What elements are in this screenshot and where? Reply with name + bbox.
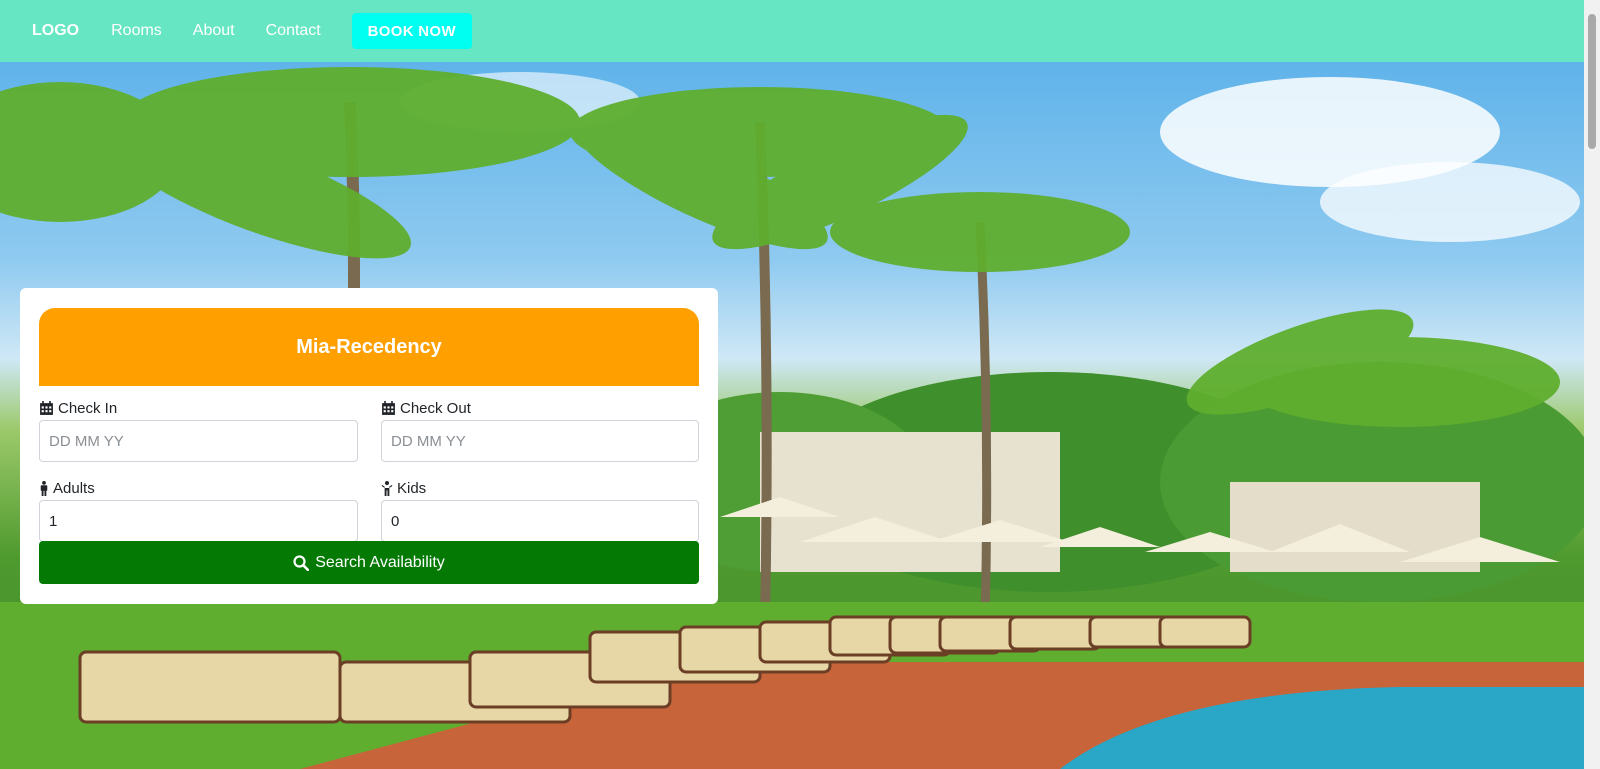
hotel-name-header: Mia-Recedency [39,308,699,386]
search-availability-label: Search Availability [315,553,445,571]
book-now-button[interactable]: BOOK NOW [351,13,472,49]
kids-label-text: Kids [397,479,427,497]
check-in-input[interactable] [39,420,358,462]
calendar-icon [40,400,53,415]
logo[interactable]: LOGO [32,22,79,40]
calendar-icon [382,400,395,415]
nav-link-about[interactable]: About [193,22,235,40]
child-icon [381,480,393,496]
scrollbar-thumb[interactable] [1588,14,1596,149]
male-person-icon [40,480,48,496]
check-out-input[interactable] [381,420,699,462]
check-in-label: Check In [39,398,117,418]
check-out-label: Check Out [381,398,471,418]
booking-card: Mia-Recedency Check In Che [20,288,718,604]
adults-label-text: Adults [53,479,95,497]
kids-label: Kids [381,478,426,498]
search-availability-button[interactable]: Search Availability [39,541,699,584]
adults-input[interactable] [39,500,358,542]
top-navbar: LOGO Rooms About Contact BOOK NOW [0,0,1584,62]
search-icon [293,554,310,571]
check-out-label-text: Check Out [400,399,471,417]
nav-link-contact[interactable]: Contact [266,22,321,40]
adults-label: Adults [39,478,95,498]
page-scrollbar[interactable] [1584,0,1600,769]
nav-link-rooms[interactable]: Rooms [111,22,162,40]
kids-input[interactable] [381,500,699,542]
check-in-label-text: Check In [58,399,118,417]
